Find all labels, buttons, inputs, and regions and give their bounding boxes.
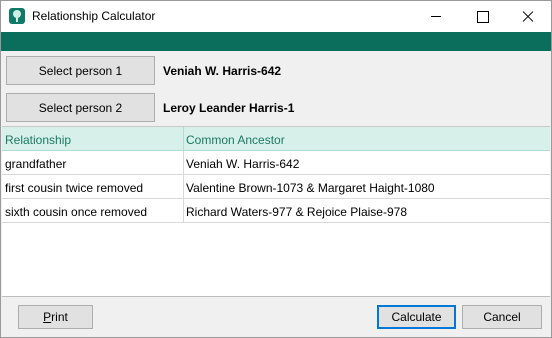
- relationship-cell: sixth cousin once removed: [5, 205, 148, 219]
- table-header: Relationship Common Ancestor: [2, 127, 550, 151]
- relationship-table: Relationship Common Ancestor grandfather…: [2, 126, 550, 297]
- relationship-calculator-window: Relationship Calculator Select person 1 …: [0, 0, 552, 338]
- print-button[interactable]: Print: [18, 305, 93, 329]
- print-label: rint: [51, 310, 68, 324]
- minimize-button[interactable]: [413, 1, 459, 32]
- column-separator: [183, 175, 184, 199]
- column-separator: [183, 199, 184, 223]
- window-title: Relationship Calculator: [32, 9, 156, 23]
- table-row[interactable]: grandfather Veniah W. Harris-642: [2, 151, 550, 175]
- calculate-button[interactable]: Calculate: [377, 305, 456, 329]
- relationship-cell: first cousin twice removed: [5, 181, 144, 195]
- common-ancestor-cell: Valentine Brown-1073 & Margaret Haight-1…: [186, 181, 435, 195]
- column-header-common-ancestor[interactable]: Common Ancestor: [186, 133, 285, 147]
- common-ancestor-cell: Veniah W. Harris-642: [186, 157, 300, 171]
- column-header-relationship[interactable]: Relationship: [5, 133, 71, 147]
- select-person-1-button[interactable]: Select person 1: [6, 56, 155, 85]
- tree-icon: [9, 8, 25, 24]
- table-row[interactable]: sixth cousin once removed Richard Waters…: [2, 199, 550, 223]
- title-bar: Relationship Calculator: [1, 1, 551, 32]
- common-ancestor-cell: Richard Waters-977 & Rejoice Plaise-978: [186, 205, 407, 219]
- table-row[interactable]: first cousin twice removed Valentine Bro…: [2, 175, 550, 199]
- column-separator: [183, 151, 184, 175]
- accent-bar: [1, 32, 551, 51]
- relationship-cell: grandfather: [5, 157, 67, 171]
- column-separator: [183, 127, 184, 151]
- person-1-name: Veniah W. Harris-642: [163, 64, 282, 78]
- select-person-2-button[interactable]: Select person 2: [6, 93, 155, 122]
- person-2-name: Leroy Leander Harris-1: [163, 101, 295, 115]
- maximize-button[interactable]: [459, 1, 505, 32]
- close-button[interactable]: [505, 1, 551, 32]
- print-access-key: P: [43, 310, 52, 324]
- cancel-button[interactable]: Cancel: [462, 305, 542, 329]
